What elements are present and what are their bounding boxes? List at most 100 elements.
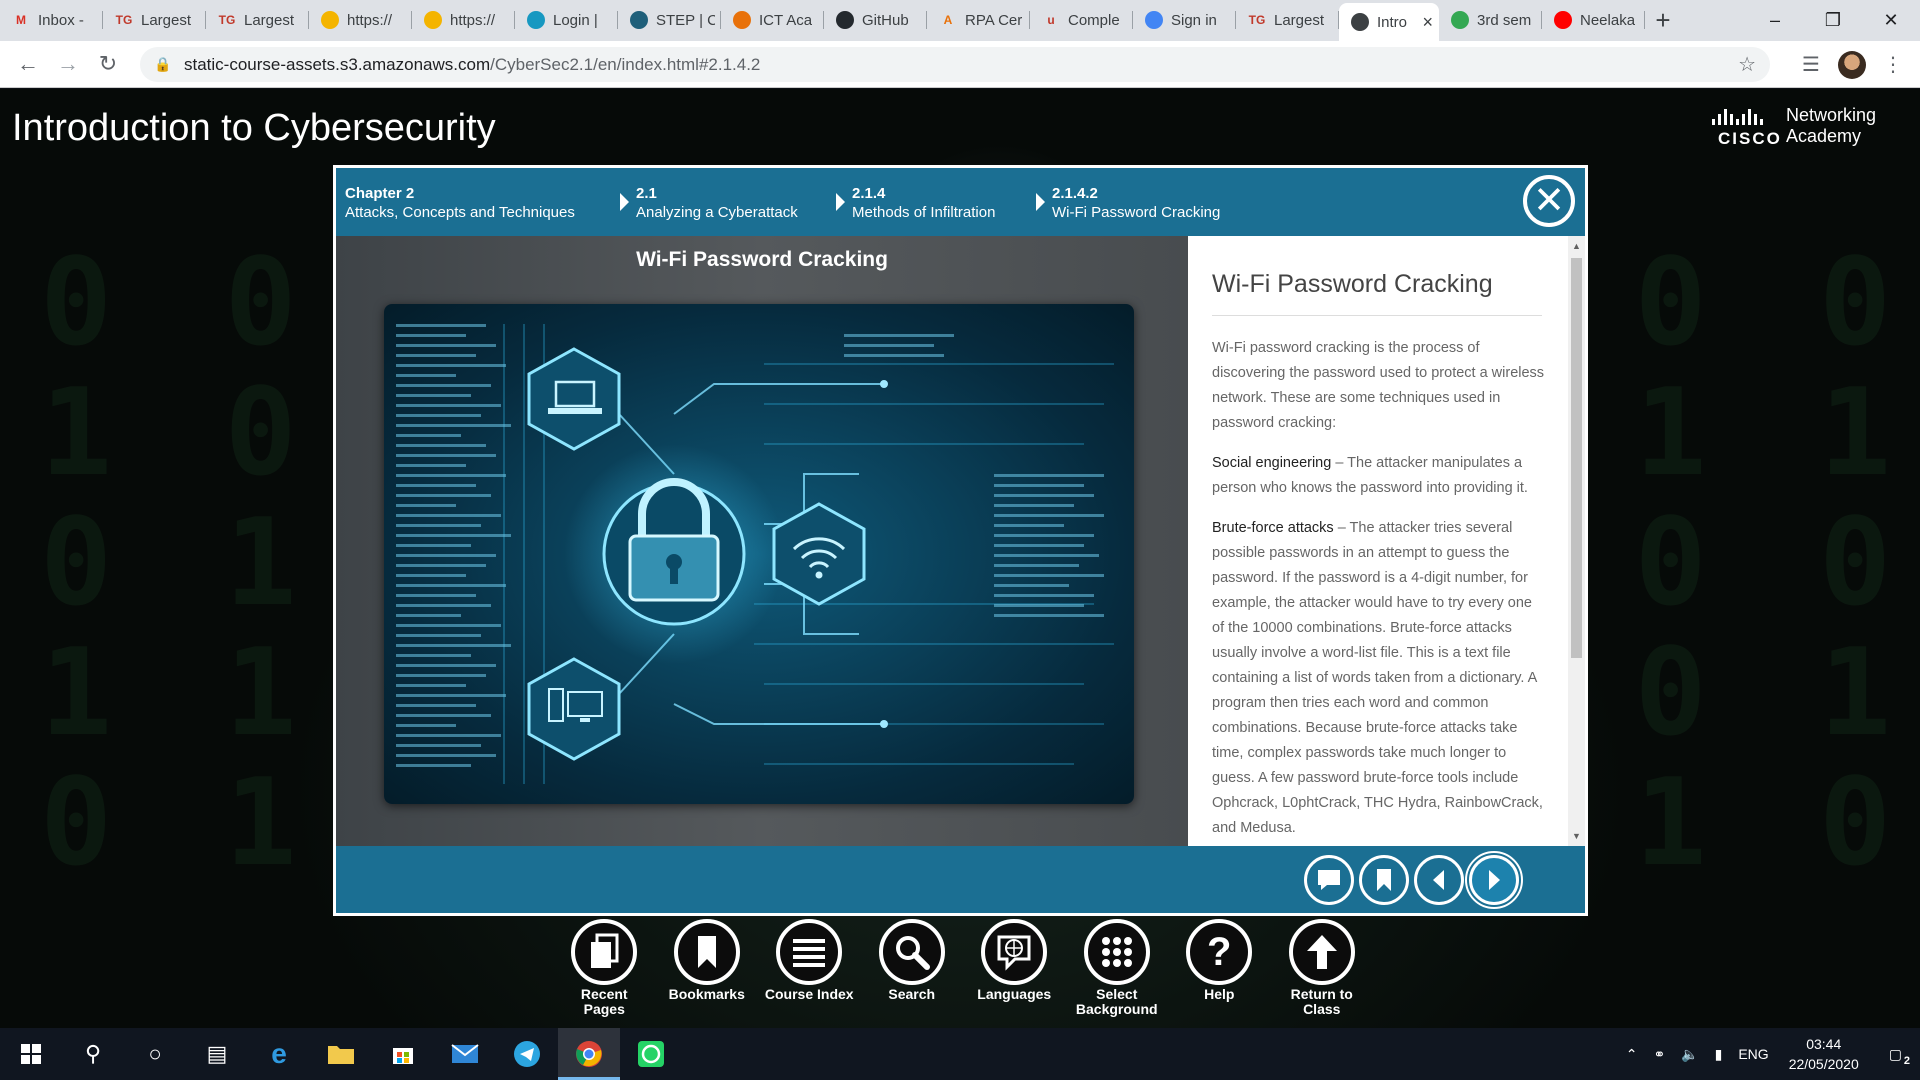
- taskbar-clock[interactable]: 03:44 22/05/2020: [1777, 1034, 1871, 1074]
- dock-search[interactable]: Search: [861, 919, 964, 1019]
- file-explorer-icon[interactable]: [310, 1028, 372, 1080]
- cisco-wordmark: CISCO: [1718, 129, 1782, 148]
- term-social-engineering: Social engineering: [1212, 455, 1332, 471]
- cortana-icon[interactable]: ○: [124, 1028, 186, 1080]
- browser-tab[interactable]: Intro ×: [1339, 3, 1439, 41]
- dock-course-index[interactable]: Course Index: [758, 919, 861, 1019]
- browser-tab[interactable]: M Inbox -: [0, 3, 103, 37]
- dock-select-background[interactable]: Select Background: [1066, 919, 1169, 1019]
- dock-label: Select Background: [1075, 986, 1158, 1017]
- browser-tab-label: GitHub: [862, 11, 909, 29]
- dock-recent-pages[interactable]: Recent Pages: [553, 919, 656, 1019]
- edge-icon[interactable]: e: [248, 1028, 310, 1080]
- article-social-engineering: Social engineering – The attacker manipu…: [1212, 451, 1547, 501]
- breadcrumb-page-number: 2.1.4.2: [1052, 185, 1098, 202]
- browser-tab-label: Login |: [553, 11, 598, 29]
- store-icon[interactable]: [372, 1028, 434, 1080]
- recent-pages-icon: [571, 919, 638, 985]
- profile-avatar[interactable]: [1838, 50, 1866, 79]
- scroll-up-icon[interactable]: ▲: [1568, 238, 1585, 254]
- logo-academy: Academy: [1786, 126, 1862, 146]
- media-title: Wi-Fi Password Cracking: [636, 248, 888, 271]
- browser-tab[interactable]: u Comple: [1030, 3, 1133, 37]
- previous-page-button[interactable]: [1414, 855, 1464, 905]
- dock-label: Recent Pages: [580, 986, 628, 1017]
- return-to-class-icon: [1288, 919, 1355, 985]
- battery-icon[interactable]: ▮: [1707, 1046, 1731, 1063]
- scrollbar-thumb[interactable]: [1571, 258, 1582, 658]
- wifi-icon[interactable]: ⚭: [1645, 1046, 1673, 1063]
- article-heading: Wi-Fi Password Cracking: [1212, 270, 1542, 316]
- browser-tab[interactable]: Neelaka: [1542, 3, 1645, 37]
- bookmark-page-button[interactable]: [1359, 855, 1409, 905]
- clock-date: 22/05/2020: [1788, 1056, 1859, 1072]
- languages-icon: [981, 919, 1048, 985]
- cisco-bars-icon: [1712, 109, 1776, 125]
- scroll-down-icon[interactable]: ▼: [1568, 828, 1585, 844]
- browser-tab[interactable]: TG Largest: [206, 3, 309, 37]
- browser-tab-label: Sign in: [1171, 11, 1217, 29]
- forward-icon[interactable]: →: [48, 44, 88, 84]
- input-language[interactable]: ENG: [1730, 1046, 1776, 1062]
- browser-tab[interactable]: https://: [412, 3, 515, 37]
- show-hidden-icons-icon[interactable]: ⌃: [1618, 1046, 1646, 1063]
- reload-icon[interactable]: ↻: [88, 44, 128, 84]
- address-bar[interactable]: 🔒 static-course-assets.s3.amazonaws.com /…: [140, 47, 1770, 82]
- github-icon: [836, 11, 854, 29]
- whatsapp-icon[interactable]: [620, 1028, 682, 1080]
- back-icon[interactable]: ←: [8, 44, 48, 84]
- mail-icon[interactable]: [434, 1028, 496, 1080]
- media-controls-icon[interactable]: ☰: [1794, 48, 1828, 82]
- viewer-footer: [336, 846, 1585, 913]
- breadcrumb-arrow-icon: [836, 193, 845, 211]
- minimize-icon[interactable]: –: [1746, 0, 1804, 41]
- browser-tab[interactable]: 3rd sem: [1439, 3, 1542, 37]
- dock-bookmarks[interactable]: Bookmarks: [656, 919, 759, 1019]
- dock-label: Help: [1204, 986, 1235, 1002]
- telegram-icon[interactable]: [496, 1028, 558, 1080]
- bookmark-star-icon[interactable]: ☆: [1738, 52, 1756, 77]
- windows-start-icon[interactable]: [0, 1028, 62, 1080]
- browser-tab[interactable]: TG Largest: [103, 3, 206, 37]
- course-dock: Recent Pages Bookmarks Course Index Sear…: [553, 919, 1373, 1019]
- comment-icon: [1318, 870, 1340, 890]
- browser-tab-label: Comple: [1068, 11, 1120, 29]
- browser-tab[interactable]: TG Largest: [1236, 3, 1339, 37]
- chrome-icon[interactable]: [558, 1028, 620, 1080]
- next-page-button[interactable]: [1465, 851, 1523, 909]
- arrow-left-icon: [1433, 870, 1444, 890]
- browser-tab[interactable]: https://: [309, 3, 412, 37]
- dock-languages[interactable]: Languages: [963, 919, 1066, 1019]
- dock-return-to-class[interactable]: Return to Class: [1271, 919, 1374, 1019]
- browser-tab[interactable]: Sign in: [1133, 3, 1236, 37]
- tab-close-icon[interactable]: ×: [1418, 12, 1433, 33]
- breadcrumb-topic-title: Methods of Infiltration: [852, 204, 996, 221]
- volume-icon[interactable]: 🔈: [1673, 1046, 1706, 1063]
- browser-tab[interactable]: ICT Aca: [721, 3, 824, 37]
- close-viewer-button[interactable]: ✕: [1523, 175, 1575, 227]
- breadcrumb-section[interactable]: 2.1 Analyzing a Cyberattack: [636, 184, 798, 222]
- browser-tab-label: 3rd sem: [1477, 11, 1532, 29]
- media-pane: Wi-Fi Password Cracking: [336, 236, 1188, 846]
- new-tab-icon[interactable]: +: [1645, 3, 1681, 37]
- dock-help[interactable]: ? Help: [1168, 919, 1271, 1019]
- article-scrollbar[interactable]: ▲ ▼: [1568, 236, 1585, 846]
- task-view-icon[interactable]: ▤: [186, 1028, 248, 1080]
- article-body: Wi-Fi password cracking is the process o…: [1212, 336, 1547, 846]
- restore-icon[interactable]: ❐: [1804, 0, 1862, 41]
- browser-tab[interactable]: GitHub: [824, 3, 927, 37]
- taskbar-search-icon[interactable]: ⚲: [62, 1028, 124, 1080]
- comment-button[interactable]: [1304, 855, 1354, 905]
- browser-tab[interactable]: STEP | C: [618, 3, 721, 37]
- breadcrumb-topic[interactable]: 2.1.4 Methods of Infiltration: [852, 184, 995, 222]
- breadcrumb-chapter-title: Attacks, Concepts and Techniques: [345, 204, 575, 221]
- notification-center-icon[interactable]: ▢ 2: [1871, 1046, 1920, 1067]
- browser-tab[interactable]: A RPA Cer: [927, 3, 1030, 37]
- browser-tab[interactable]: Login |: [515, 3, 618, 37]
- breadcrumb-chapter[interactable]: Chapter 2 Attacks, Concepts and Techniqu…: [345, 184, 575, 222]
- url-host: static-course-assets.s3.amazonaws.com: [184, 54, 491, 74]
- tg-icon: TG: [218, 13, 236, 27]
- window-close-icon[interactable]: ✕: [1862, 0, 1920, 41]
- padlock-icon: [602, 478, 746, 626]
- browser-menu-icon[interactable]: ⋮: [1876, 48, 1910, 82]
